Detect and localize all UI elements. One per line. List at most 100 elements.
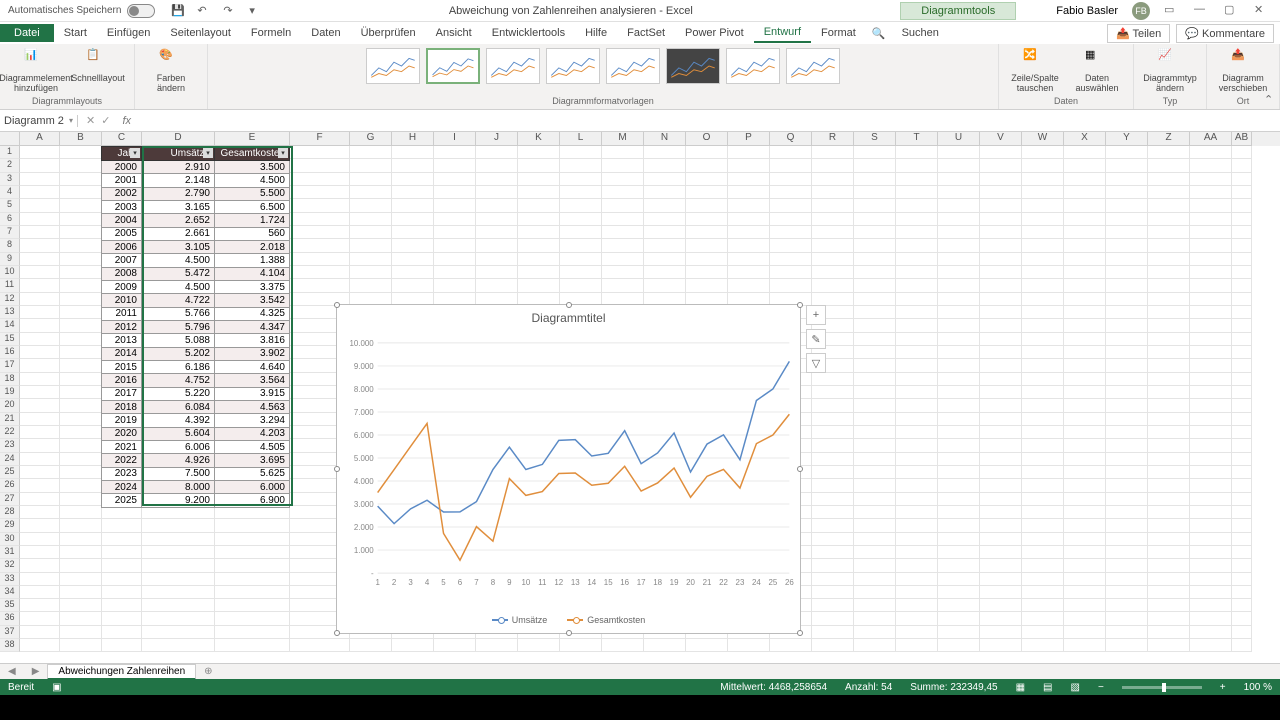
- row-header[interactable]: 16: [0, 346, 20, 359]
- row-header[interactable]: 28: [0, 506, 20, 519]
- chart-filters-button[interactable]: ▽: [806, 353, 826, 373]
- row-header[interactable]: 2: [0, 159, 20, 172]
- col-header[interactable]: X: [1064, 132, 1106, 146]
- col-header[interactable]: Q: [770, 132, 812, 146]
- zoom-in-icon[interactable]: +: [1220, 682, 1226, 693]
- row-header[interactable]: 18: [0, 373, 20, 386]
- row-header[interactable]: 25: [0, 466, 20, 479]
- worksheet-grid[interactable]: ABCDEFGHIJKLMNOPQRSTUVWXYZAAAB 123456789…: [0, 132, 1280, 665]
- col-header[interactable]: E: [215, 132, 290, 146]
- row-header[interactable]: 7: [0, 226, 20, 239]
- ribbon-display-icon[interactable]: ▭: [1164, 3, 1180, 19]
- macro-record-icon[interactable]: ▣: [52, 682, 61, 693]
- row-header[interactable]: 8: [0, 239, 20, 252]
- col-header[interactable]: W: [1022, 132, 1064, 146]
- col-header[interactable]: U: [938, 132, 980, 146]
- change-chart-type-button[interactable]: 📈Diagrammtyp ändern: [1142, 48, 1198, 94]
- tab-daten[interactable]: Daten: [301, 24, 350, 42]
- zoom-level[interactable]: 100 %: [1244, 682, 1272, 693]
- undo-icon[interactable]: ↶: [197, 4, 211, 18]
- row-header[interactable]: 13: [0, 306, 20, 319]
- tab-file[interactable]: Datei: [0, 24, 54, 42]
- col-header[interactable]: I: [434, 132, 476, 146]
- col-header[interactable]: Y: [1106, 132, 1148, 146]
- chart-style-7[interactable]: [726, 48, 780, 84]
- sheet-nav-prev-icon[interactable]: ◀: [0, 666, 24, 677]
- col-header[interactable]: H: [392, 132, 434, 146]
- col-header[interactable]: Z: [1148, 132, 1190, 146]
- col-header[interactable]: R: [812, 132, 854, 146]
- search-icon[interactable]: 🔍: [866, 27, 892, 40]
- col-header[interactable]: K: [518, 132, 560, 146]
- row-header[interactable]: 11: [0, 279, 20, 292]
- row-header[interactable]: 35: [0, 599, 20, 612]
- tab-überprüfen[interactable]: Überprüfen: [351, 24, 426, 42]
- chart-style-1[interactable]: [366, 48, 420, 84]
- col-header[interactable]: AB: [1232, 132, 1252, 146]
- row-header[interactable]: 32: [0, 559, 20, 572]
- tab-entwicklertools[interactable]: Entwicklertools: [482, 24, 575, 42]
- row-header[interactable]: 10: [0, 266, 20, 279]
- chart-style-3[interactable]: [486, 48, 540, 84]
- chart-plot-area[interactable]: -1.0002.0003.0004.0005.0006.0007.0008.00…: [377, 333, 790, 583]
- chart-styles-button[interactable]: ✎: [806, 329, 826, 349]
- redo-icon[interactable]: ↷: [223, 4, 237, 18]
- autosave-toggle[interactable]: Automatisches Speichern: [0, 4, 163, 18]
- row-header[interactable]: 3: [0, 173, 20, 186]
- chart-elements-button[interactable]: +: [806, 305, 826, 325]
- tab-formeln[interactable]: Formeln: [241, 24, 301, 42]
- col-header[interactable]: C: [102, 132, 142, 146]
- add-sheet-button[interactable]: ⊕: [196, 666, 220, 677]
- tab-power pivot[interactable]: Power Pivot: [675, 24, 754, 42]
- col-header[interactable]: M: [602, 132, 644, 146]
- tab-entwurf[interactable]: Entwurf: [754, 23, 811, 43]
- col-header[interactable]: F: [290, 132, 350, 146]
- row-header[interactable]: 27: [0, 493, 20, 506]
- row-header[interactable]: 30: [0, 533, 20, 546]
- row-header[interactable]: 36: [0, 612, 20, 625]
- tab-ansicht[interactable]: Ansicht: [426, 24, 482, 42]
- contextual-tab[interactable]: Diagrammtools: [900, 2, 1016, 20]
- col-header[interactable]: V: [980, 132, 1022, 146]
- row-header[interactable]: 6: [0, 213, 20, 226]
- row-header[interactable]: 22: [0, 426, 20, 439]
- row-header[interactable]: 37: [0, 626, 20, 639]
- row-header[interactable]: 15: [0, 333, 20, 346]
- tab-hilfe[interactable]: Hilfe: [575, 24, 617, 42]
- row-header[interactable]: 33: [0, 573, 20, 586]
- minimize-icon[interactable]: —: [1194, 3, 1210, 19]
- embedded-chart[interactable]: Diagrammtitel -1.0002.0003.0004.0005.000…: [336, 304, 801, 634]
- sheet-nav-next-icon[interactable]: ▶: [24, 666, 48, 677]
- data-table[interactable]: Jahr▾Umsätze▾Gesamtkosten▾20002.9103.500…: [101, 146, 290, 508]
- row-header[interactable]: 24: [0, 453, 20, 466]
- tab-start[interactable]: Start: [54, 24, 97, 42]
- fx-icon[interactable]: fx: [118, 115, 135, 127]
- save-icon[interactable]: 💾: [171, 4, 185, 18]
- col-header[interactable]: D: [142, 132, 215, 146]
- row-header[interactable]: 38: [0, 639, 20, 652]
- col-header[interactable]: T: [896, 132, 938, 146]
- col-header[interactable]: O: [686, 132, 728, 146]
- col-header[interactable]: L: [560, 132, 602, 146]
- view-normal-icon[interactable]: ▦: [1016, 682, 1025, 693]
- row-header[interactable]: 12: [0, 293, 20, 306]
- col-header[interactable]: P: [728, 132, 770, 146]
- chart-style-gallery[interactable]: [366, 46, 840, 96]
- col-header[interactable]: B: [60, 132, 102, 146]
- chart-legend[interactable]: Umsätze Gesamtkosten: [337, 615, 800, 625]
- zoom-out-icon[interactable]: −: [1098, 682, 1104, 693]
- view-pagebreak-icon[interactable]: ▧: [1071, 682, 1080, 693]
- tab-einfügen[interactable]: Einfügen: [97, 24, 160, 42]
- maximize-icon[interactable]: ▢: [1224, 3, 1240, 19]
- col-header[interactable]: G: [350, 132, 392, 146]
- row-header[interactable]: 4: [0, 186, 20, 199]
- row-header[interactable]: 17: [0, 359, 20, 372]
- row-header[interactable]: 5: [0, 199, 20, 212]
- row-header[interactable]: 21: [0, 413, 20, 426]
- col-header[interactable]: AA: [1190, 132, 1232, 146]
- quick-layout-button[interactable]: 📋Schnelllayout: [70, 48, 126, 84]
- view-layout-icon[interactable]: ▤: [1043, 682, 1052, 693]
- chart-style-8[interactable]: [786, 48, 840, 84]
- row-header[interactable]: 14: [0, 319, 20, 332]
- col-header[interactable]: A: [20, 132, 60, 146]
